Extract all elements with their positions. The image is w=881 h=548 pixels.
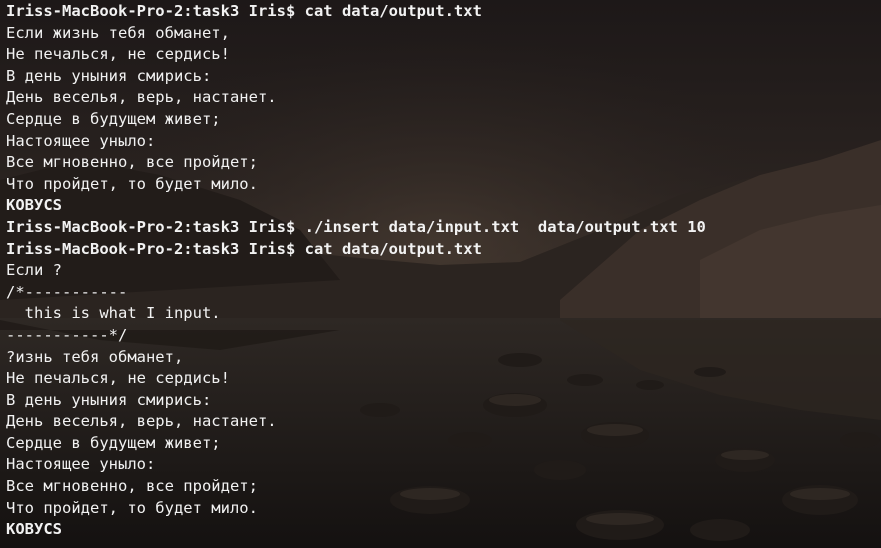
output-line: ?изнь тебя обманет, bbox=[6, 347, 184, 366]
output-line: Сердце в будущем живет; bbox=[6, 109, 221, 128]
command-prompt-line: Iriss-MacBook-Pro-2:task3 Iris$ cat data… bbox=[6, 2, 482, 20]
output-line: Если жизнь тебя обманет, bbox=[6, 23, 230, 42]
output-line: Настоящее уныло: bbox=[6, 131, 156, 150]
output-line: Если ? bbox=[6, 261, 62, 280]
output-line: День веселья, верь, настанет. bbox=[6, 88, 277, 107]
output-line: Настоящее уныло: bbox=[6, 455, 156, 474]
command-prompt-line: Iriss-MacBook-Pro-2:task3 Iris$ ./insert… bbox=[6, 217, 706, 236]
output-line: КОВУСS bbox=[6, 520, 62, 539]
output-line: В день уныния смирись: bbox=[6, 390, 212, 409]
output-line: Все мгновенно, все пройдет; bbox=[6, 477, 258, 496]
output-line: Не печалься, не сердись! bbox=[6, 45, 230, 64]
output-line: День веселья, верь, настанет. bbox=[6, 412, 277, 431]
output-line: Сердце в будущем живет; bbox=[6, 433, 221, 452]
output-line: this is what I input. bbox=[6, 304, 221, 323]
output-line: Не печалься, не сердись! bbox=[6, 369, 230, 388]
terminal-output[interactable]: Iriss-MacBook-Pro-2:task3 Iris$ cat data… bbox=[6, 1, 706, 541]
output-line: Все мгновенно, все пройдет; bbox=[6, 153, 258, 172]
output-line: Что пройдет, то будет мило. bbox=[6, 498, 258, 517]
output-line: -----------*/ bbox=[6, 325, 128, 344]
output-line: В день уныния смирись: bbox=[6, 66, 212, 85]
output-line: /*----------- bbox=[6, 282, 128, 301]
output-line: КОВУСS bbox=[6, 196, 62, 215]
terminal-window[interactable]: Iriss-MacBook-Pro-2:task3 Iris$ cat data… bbox=[0, 0, 881, 548]
output-line: Что пройдет, то будет мило. bbox=[6, 174, 258, 193]
command-prompt-line: Iriss-MacBook-Pro-2:task3 Iris$ cat data… bbox=[6, 239, 482, 258]
